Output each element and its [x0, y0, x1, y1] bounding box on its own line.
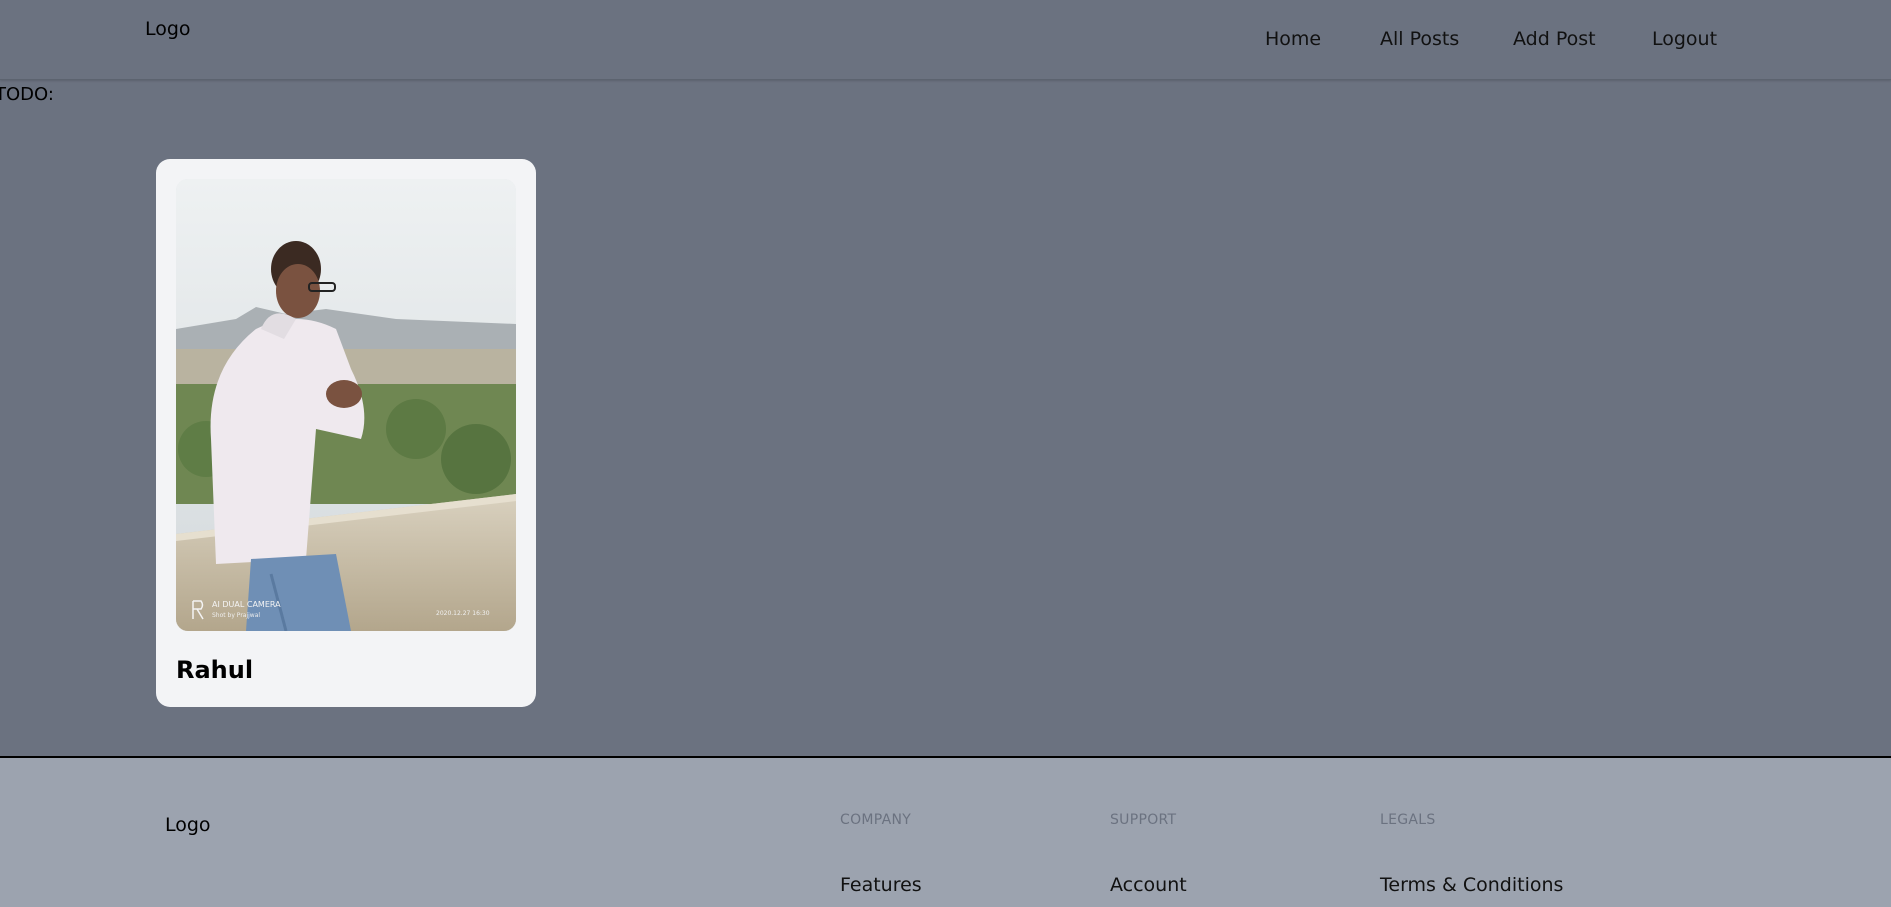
post-image: AI DUAL CAMERA Shot by Prajjwal 2020.12.…: [176, 179, 516, 631]
post-photo-illustration: AI DUAL CAMERA Shot by Prajjwal 2020.12.…: [176, 179, 516, 631]
footer-column-support: SUPPORT Account: [1110, 812, 1187, 896]
footer-logo[interactable]: Logo: [165, 814, 211, 836]
photo-watermark-sub: Shot by Prajjwal: [212, 612, 260, 619]
nav-logout-link[interactable]: Logout: [1652, 28, 1717, 50]
footer-link-features[interactable]: Features: [840, 874, 922, 896]
footer-link-account[interactable]: Account: [1110, 874, 1187, 896]
footer-heading-company: COMPANY: [840, 812, 912, 828]
footer-heading-legals: LEGALS: [1380, 812, 1436, 828]
nav-home-link[interactable]: Home: [1265, 28, 1321, 50]
photo-timestamp: 2020.12.27 16:30: [436, 610, 490, 617]
footer-heading-support: SUPPORT: [1110, 812, 1177, 828]
post-card[interactable]: AI DUAL CAMERA Shot by Prajjwal 2020.12.…: [156, 159, 536, 707]
nav-add-post-link[interactable]: Add Post: [1513, 28, 1596, 50]
nav-all-posts-link[interactable]: All Posts: [1380, 28, 1459, 50]
site-header: Logo Home All Posts Add Post Logout: [0, 0, 1891, 80]
post-title: Rahul: [176, 656, 254, 684]
todo-label: TODO:: [0, 84, 54, 105]
footer-column-legals: LEGALS Terms & Conditions: [1380, 812, 1563, 896]
main-nav: Home All Posts Add Post Logout: [0, 28, 1891, 52]
footer-column-company: COMPANY Features: [840, 812, 922, 896]
footer-link-terms[interactable]: Terms & Conditions: [1380, 874, 1563, 896]
photo-watermark-brand: AI DUAL CAMERA: [212, 600, 281, 609]
site-footer: Logo COMPANY Features SUPPORT Account LE…: [0, 756, 1891, 907]
